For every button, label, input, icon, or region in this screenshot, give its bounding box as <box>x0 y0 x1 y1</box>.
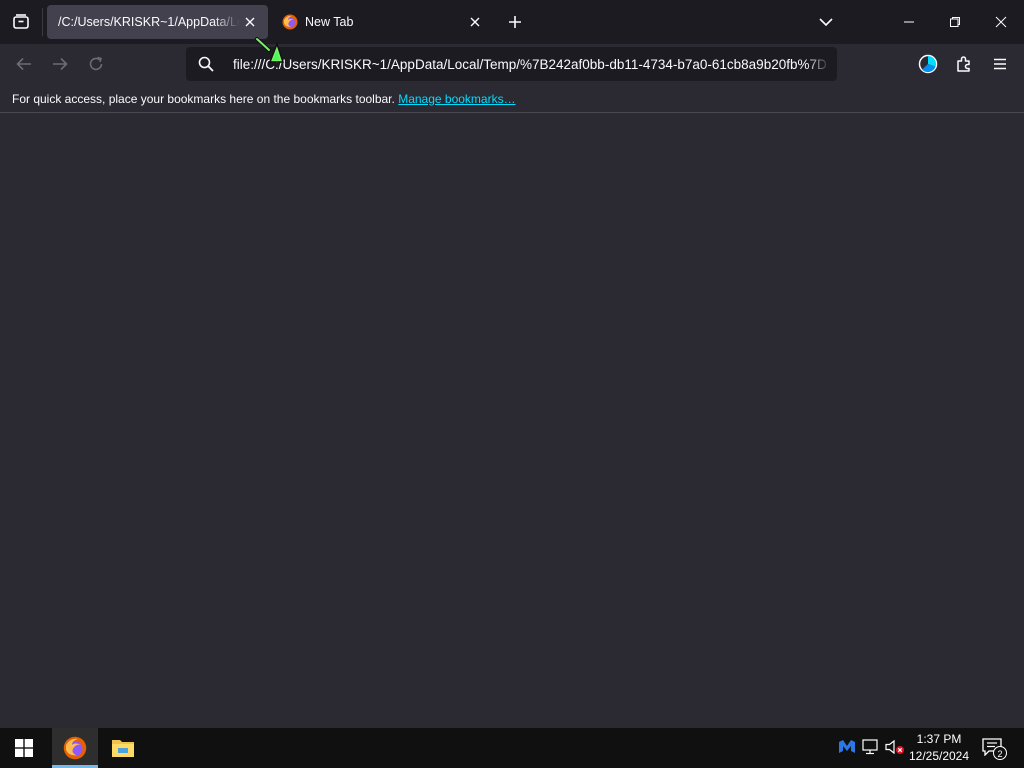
malwarebytes-icon[interactable] <box>837 737 857 757</box>
tab-title: New Tab <box>305 15 354 29</box>
tab-overview-icon[interactable] <box>6 6 36 38</box>
restore-icon[interactable] <box>932 0 978 44</box>
close-icon[interactable] <box>978 0 1024 44</box>
manage-bookmarks-link[interactable]: Manage bookmarks… <box>398 92 515 106</box>
windows-start-icon[interactable] <box>0 728 48 768</box>
action-center-button[interactable]: 2 <box>980 734 1008 762</box>
tab-new-tab[interactable]: New Tab <box>272 5 490 39</box>
back-arrow-icon[interactable] <box>10 50 38 78</box>
firefox-taskbar-button[interactable] <box>52 728 98 768</box>
reload-icon[interactable] <box>82 50 110 78</box>
network-icon[interactable] <box>861 737 881 757</box>
close-icon[interactable] <box>242 14 258 30</box>
tab-separator <box>42 8 43 36</box>
notification-count-badge: 2 <box>993 746 1007 760</box>
clock-time: 1:37 PM <box>916 732 962 746</box>
menu-icon[interactable] <box>986 50 1014 78</box>
account-icon[interactable] <box>914 50 942 78</box>
system-clock[interactable]: 1:37 PM 12/25/2024 <box>906 731 972 767</box>
tab-active[interactable]: /C:/Users/KRISKR~1/AppData/Local/Temp/%7… <box>47 5 268 39</box>
tab-title: /C:/Users/KRISKR~1/AppData/Local/Temp/%7… <box>58 15 240 29</box>
file-explorer-icon[interactable] <box>100 728 146 768</box>
plus-icon[interactable] <box>502 8 528 36</box>
page-content[interactable] <box>0 113 1024 728</box>
url-input[interactable]: file:///C:/Users/KRISKR~1/AppData/Local/… <box>233 57 830 75</box>
volume-muted-icon[interactable] <box>885 737 905 757</box>
search-icon <box>196 54 216 74</box>
mouse-cursor-icon <box>255 37 289 71</box>
bookmarks-hint: For quick access, place your bookmarks h… <box>12 92 516 106</box>
close-icon[interactable] <box>467 14 483 30</box>
firefox-icon <box>282 14 298 30</box>
forward-arrow-icon[interactable] <box>46 50 74 78</box>
extensions-icon[interactable] <box>950 50 978 78</box>
minimize-icon[interactable] <box>886 0 932 44</box>
firefox-icon <box>63 736 87 760</box>
clock-date: 12/25/2024 <box>908 749 970 763</box>
bookmarks-hint-text: For quick access, place your bookmarks h… <box>12 92 395 106</box>
chevron-down-icon[interactable] <box>812 8 840 36</box>
